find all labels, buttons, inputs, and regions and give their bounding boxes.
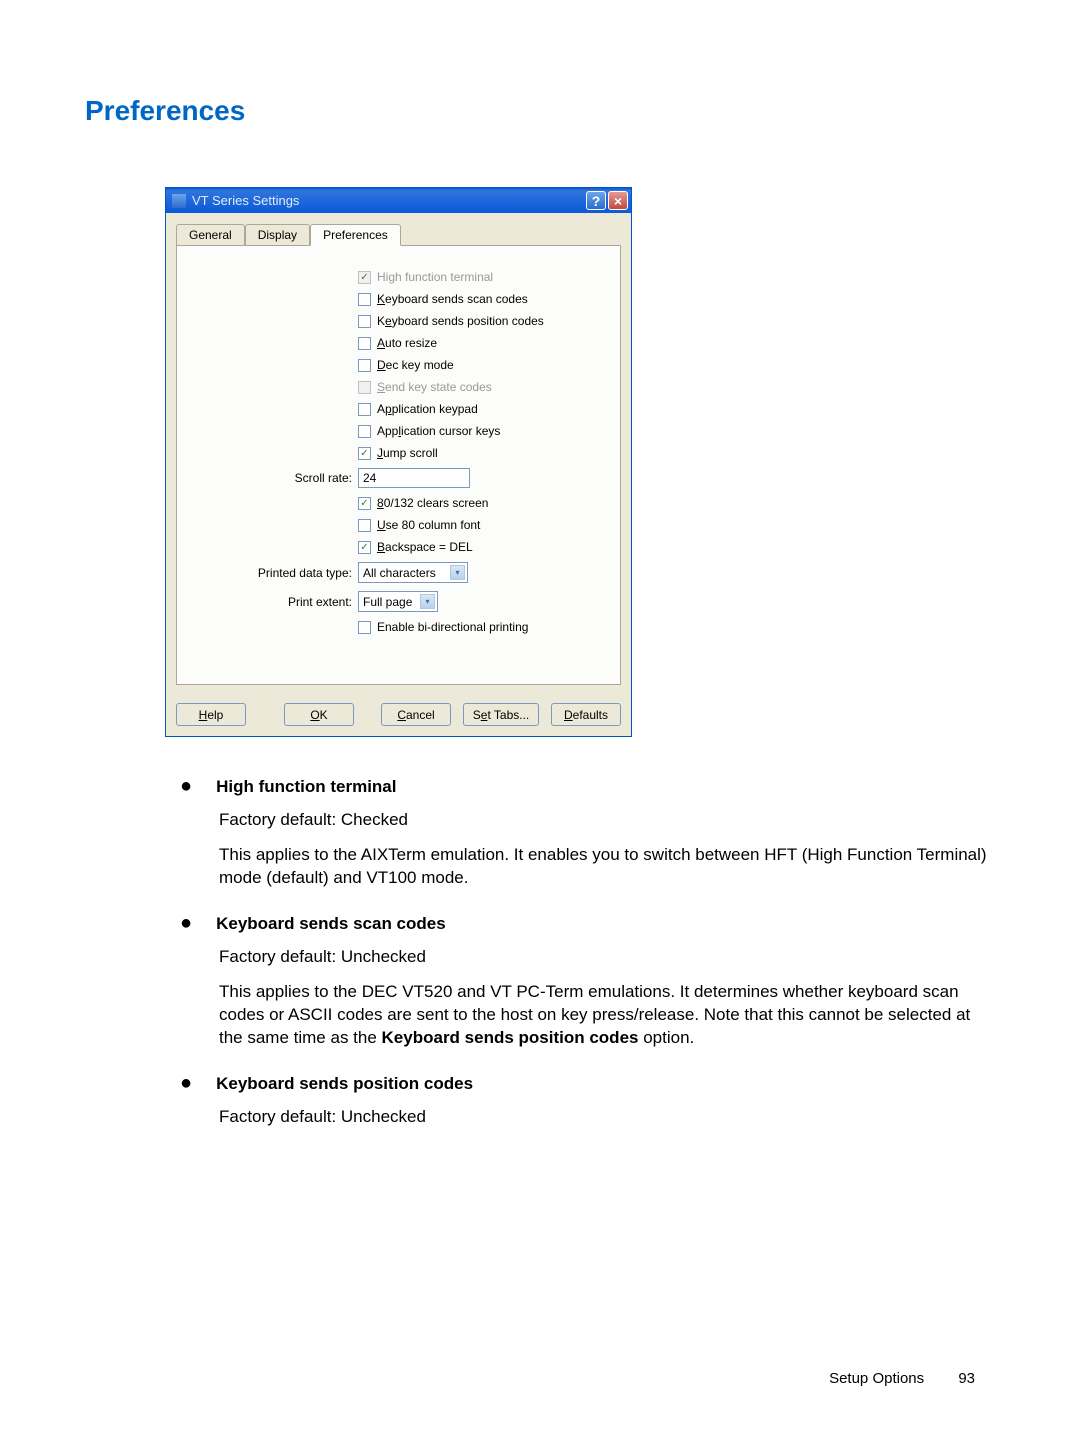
documentation-list: ● High function terminal Factory default… — [180, 777, 995, 1129]
help-icon[interactable]: ? — [586, 191, 606, 210]
doc-item-body: This applies to the DEC VT520 and VT PC-… — [219, 981, 995, 1050]
label-auto-resize: Auto resize — [377, 336, 437, 350]
checkbox-kb-position[interactable] — [358, 315, 371, 328]
checkbox-high-function — [358, 271, 371, 284]
checkbox-app-cursor[interactable] — [358, 425, 371, 438]
dialog-title: VT Series Settings — [192, 193, 586, 208]
label-jump-scroll: Jump scroll — [377, 446, 438, 460]
label-app-keypad: Application keypad — [377, 402, 478, 416]
label-scroll-rate: Scroll rate: — [197, 471, 352, 485]
label-send-key-state: Send key state codes — [377, 380, 492, 394]
tab-strip: General Display Preferences — [176, 224, 621, 246]
label-app-cursor: Application cursor keys — [377, 424, 500, 438]
help-button[interactable]: Help — [176, 703, 246, 726]
bullet-icon: ● — [180, 778, 192, 794]
page-heading: Preferences — [85, 95, 995, 127]
preferences-panel: High function terminal Keyboard sends sc… — [176, 245, 621, 685]
footer-page-number: 93 — [958, 1370, 975, 1387]
tab-display[interactable]: Display — [245, 224, 310, 245]
page-footer: Setup Options 93 — [829, 1370, 975, 1387]
bullet-icon: ● — [180, 1075, 192, 1091]
doc-item-body: This applies to the AIXTerm emulation. I… — [219, 844, 995, 890]
dialog-window: VT Series Settings ? × General Display P… — [165, 187, 632, 737]
label-kb-position: Keyboard sends position codes — [377, 314, 544, 328]
label-enable-bidi: Enable bi-directional printing — [377, 620, 528, 634]
dialog-button-row: Help OK Cancel Set Tabs... Defaults — [166, 695, 631, 736]
footer-section: Setup Options — [829, 1370, 924, 1387]
tab-general[interactable]: General — [176, 224, 245, 245]
checkbox-jump-scroll[interactable] — [358, 447, 371, 460]
doc-item-default: Factory default: Unchecked — [219, 1106, 995, 1129]
combo-print-extent-value: Full page — [363, 595, 412, 609]
cancel-button[interactable]: Cancel — [381, 703, 451, 726]
combo-print-extent[interactable]: Full page ▾ — [358, 591, 438, 612]
defaults-button[interactable]: Defaults — [551, 703, 621, 726]
checkbox-dec-key[interactable] — [358, 359, 371, 372]
label-high-function: High function terminal — [377, 270, 493, 284]
chevron-down-icon: ▾ — [450, 565, 465, 580]
checkbox-clears-screen[interactable] — [358, 497, 371, 510]
label-kb-scan: Keyboard sends scan codes — [377, 292, 528, 306]
label-backspace-del: Backspace = DEL — [377, 540, 473, 554]
bullet-icon: ● — [180, 915, 192, 931]
doc-item-default: Factory default: Checked — [219, 809, 995, 832]
doc-item: ● Keyboard sends scan codes Factory defa… — [180, 914, 995, 1050]
checkbox-app-keypad[interactable] — [358, 403, 371, 416]
input-scroll-rate[interactable] — [358, 468, 470, 488]
label-dec-key: Dec key mode — [377, 358, 454, 372]
combo-printed-data-type-value: All characters — [363, 566, 436, 580]
doc-item: ● High function terminal Factory default… — [180, 777, 995, 890]
combo-printed-data-type[interactable]: All characters ▾ — [358, 562, 468, 583]
window-icon — [172, 194, 186, 208]
doc-item-default: Factory default: Unchecked — [219, 946, 995, 969]
dialog-titlebar: VT Series Settings ? × — [166, 188, 631, 213]
doc-item: ● Keyboard sends position codes Factory … — [180, 1074, 995, 1129]
checkbox-backspace-del[interactable] — [358, 541, 371, 554]
doc-item-title: Keyboard sends position codes — [216, 1074, 473, 1094]
doc-item-title: High function terminal — [216, 777, 396, 797]
label-use-80-font: Use 80 column font — [377, 518, 480, 532]
close-icon[interactable]: × — [608, 191, 628, 210]
set-tabs-button[interactable]: Set Tabs... — [463, 703, 539, 726]
chevron-down-icon: ▾ — [420, 594, 435, 609]
doc-item-title: Keyboard sends scan codes — [216, 914, 446, 934]
checkbox-use-80-font[interactable] — [358, 519, 371, 532]
checkbox-enable-bidi[interactable] — [358, 621, 371, 634]
checkbox-kb-scan[interactable] — [358, 293, 371, 306]
label-clears-screen: 80/132 clears screen — [377, 496, 488, 510]
label-print-extent: Print extent: — [197, 595, 352, 609]
ok-button[interactable]: OK — [284, 703, 354, 726]
label-printed-data-type: Printed data type: — [197, 566, 352, 580]
checkbox-send-key-state — [358, 381, 371, 394]
tab-preferences[interactable]: Preferences — [310, 224, 401, 246]
checkbox-auto-resize[interactable] — [358, 337, 371, 350]
dialog-screenshot: VT Series Settings ? × General Display P… — [165, 187, 995, 737]
